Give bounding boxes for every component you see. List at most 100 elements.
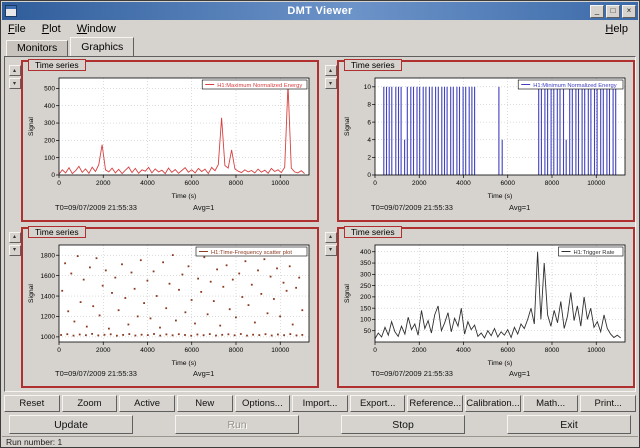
- minimize-button[interactable]: _: [590, 5, 604, 18]
- reference-button[interactable]: Reference...: [407, 395, 463, 412]
- tab-bar: Monitors Graphics: [4, 37, 636, 56]
- maximize-button[interactable]: □: [606, 5, 620, 18]
- svg-text:400: 400: [360, 248, 371, 255]
- svg-text:H1:Time-Frequency scatter plot: H1:Time-Frequency scatter plot: [211, 249, 292, 255]
- time-series-panel: Time series 0200040006000800010000024681…: [337, 60, 635, 222]
- svg-text:6000: 6000: [185, 347, 200, 354]
- menu-plot[interactable]: Plot: [42, 23, 61, 35]
- panel-up-button[interactable]: ▴: [9, 65, 21, 76]
- status-bar: Run number: 1: [2, 436, 638, 447]
- time-series-panel: Time series 0200040006000800010000501001…: [337, 227, 635, 389]
- time-series-chart[interactable]: 02000400060008000100000246810Time (s)Sig…: [341, 71, 631, 201]
- tab-graphics[interactable]: Graphics: [70, 37, 134, 56]
- svg-text:8000: 8000: [545, 347, 560, 354]
- export-button[interactable]: Export...: [350, 395, 406, 412]
- svg-text:200: 200: [44, 138, 55, 145]
- svg-text:4000: 4000: [456, 347, 471, 354]
- svg-text:0: 0: [373, 180, 377, 187]
- plot-cell: ▴ ▾ Time series 020004000600080001000050…: [324, 227, 635, 389]
- panel-up-button[interactable]: ▴: [325, 232, 337, 243]
- time-series-chart[interactable]: 0200040006000800010000501001502002503003…: [341, 238, 631, 368]
- new-button[interactable]: New: [177, 395, 233, 412]
- plot-cell: ▴ ▾ Time series 020004000600080001000002…: [324, 60, 635, 222]
- menu-window[interactable]: Window: [77, 23, 116, 35]
- zoom-button[interactable]: Zoom: [62, 395, 118, 412]
- svg-text:6: 6: [367, 119, 371, 126]
- options-button[interactable]: Options...: [235, 395, 291, 412]
- menu-file[interactable]: File: [8, 23, 26, 35]
- calibration-button[interactable]: Calibration...: [465, 395, 521, 412]
- run-number-text: Run number: 1: [6, 437, 62, 447]
- panel-tab[interactable]: Time series: [28, 59, 86, 71]
- exit-button[interactable]: Exit: [507, 415, 631, 434]
- title-bar[interactable]: DMT Viewer _ □ ×: [2, 2, 638, 20]
- update-button[interactable]: Update: [9, 415, 133, 434]
- avg-label: Avg=1: [193, 369, 214, 378]
- svg-text:4000: 4000: [140, 180, 155, 187]
- plot-cell: ▴ ▾ Time series 020004000600080001000001…: [8, 60, 319, 222]
- stop-button[interactable]: Stop: [341, 415, 465, 434]
- panel-arrow-strip: ▴ ▾: [8, 60, 21, 222]
- svg-text:0: 0: [373, 347, 377, 354]
- svg-text:2000: 2000: [412, 347, 427, 354]
- panel-tab[interactable]: Time series: [344, 226, 402, 238]
- window-controls: _ □ ×: [590, 5, 636, 18]
- svg-text:10000: 10000: [271, 180, 289, 187]
- active-button[interactable]: Active: [119, 395, 175, 412]
- menu-bar: File Plot Window Help: [2, 20, 638, 37]
- time-series-chart[interactable]: 0200040006000800010000100012001400160018…: [25, 238, 315, 368]
- panel-tab[interactable]: Time series: [344, 59, 402, 71]
- svg-text:350: 350: [360, 260, 371, 267]
- panel-down-button[interactable]: ▾: [9, 245, 21, 256]
- panel-up-button[interactable]: ▴: [9, 232, 21, 243]
- svg-text:10000: 10000: [587, 347, 605, 354]
- t0-label: T0=09/07/2009 21:55:33: [371, 203, 453, 212]
- panel-up-button[interactable]: ▴: [325, 65, 337, 76]
- svg-text:2: 2: [367, 155, 371, 162]
- svg-text:Signal: Signal: [344, 117, 351, 136]
- svg-text:H1:Trigger Rate: H1:Trigger Rate: [574, 249, 615, 255]
- svg-text:4000: 4000: [456, 180, 471, 187]
- panel-arrow-strip: ▴ ▾: [8, 227, 21, 389]
- plot-cell: ▴ ▾ Time series 020004000600080001000010…: [8, 227, 319, 389]
- svg-text:0: 0: [51, 172, 55, 179]
- tab-monitors[interactable]: Monitors: [6, 40, 68, 56]
- svg-text:200: 200: [360, 294, 371, 301]
- svg-text:Time (s): Time (s): [488, 193, 513, 200]
- svg-text:6000: 6000: [185, 180, 200, 187]
- svg-text:300: 300: [360, 271, 371, 278]
- menu-help[interactable]: Help: [605, 23, 628, 35]
- svg-text:2000: 2000: [412, 180, 427, 187]
- svg-text:H1:Minimum Normalized Energy: H1:Minimum Normalized Energy: [533, 83, 617, 89]
- svg-text:8: 8: [367, 102, 371, 109]
- svg-text:6000: 6000: [501, 180, 516, 187]
- time-series-chart[interactable]: 02000400060008000100000100200300400500Ti…: [25, 71, 315, 201]
- svg-text:300: 300: [44, 120, 55, 127]
- svg-text:Time (s): Time (s): [172, 360, 197, 367]
- svg-text:6000: 6000: [501, 347, 516, 354]
- close-button[interactable]: ×: [622, 5, 636, 18]
- t0-label: T0=09/07/2009 21:55:33: [55, 369, 137, 378]
- run-controls: Update Run Stop Exit: [9, 415, 631, 434]
- avg-label: Avg=1: [509, 369, 530, 378]
- panel-arrow-strip: ▴ ▾: [324, 60, 337, 222]
- dmt-viewer-window: DMT Viewer _ □ × File Plot Window Help M…: [0, 0, 640, 448]
- panel-down-button[interactable]: ▾: [325, 245, 337, 256]
- svg-text:10000: 10000: [271, 347, 289, 354]
- panel-down-button[interactable]: ▾: [9, 78, 21, 89]
- svg-text:100: 100: [44, 155, 55, 162]
- import-button[interactable]: Import...: [292, 395, 348, 412]
- svg-text:2000: 2000: [96, 180, 111, 187]
- print-button[interactable]: Print...: [580, 395, 636, 412]
- svg-text:8000: 8000: [229, 347, 244, 354]
- reset-button[interactable]: Reset: [4, 395, 60, 412]
- avg-label: Avg=1: [193, 203, 214, 212]
- math-button[interactable]: Math...: [523, 395, 579, 412]
- panel-tab[interactable]: Time series: [28, 226, 86, 238]
- chart-caption: T0=09/07/2009 21:55:33 Avg=1: [25, 201, 315, 213]
- svg-text:Signal: Signal: [344, 283, 351, 302]
- t0-label: T0=09/07/2009 21:55:33: [55, 203, 137, 212]
- time-series-panel: Time series 0200040006000800010000010020…: [21, 60, 319, 222]
- time-series-panel: Time series 0200040006000800010000100012…: [21, 227, 319, 389]
- panel-down-button[interactable]: ▾: [325, 78, 337, 89]
